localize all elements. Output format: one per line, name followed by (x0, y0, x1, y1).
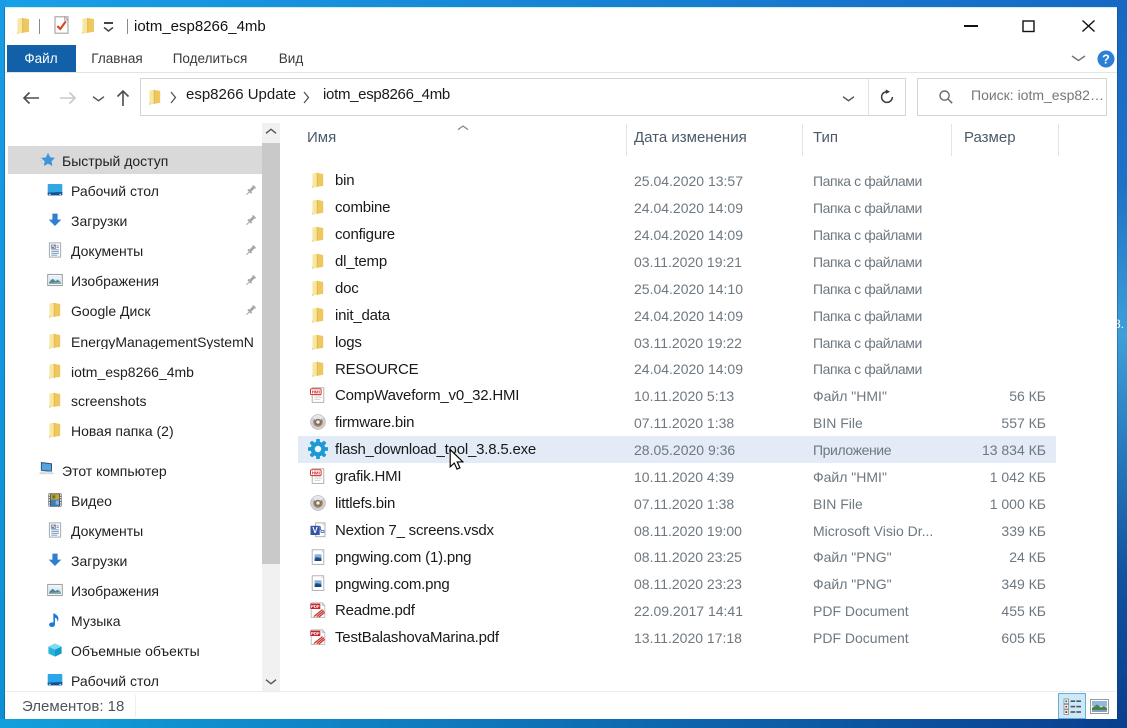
svg-text:V: V (312, 526, 318, 535)
svg-text:?: ? (1102, 52, 1110, 66)
svg-text:PDF: PDF (311, 631, 320, 636)
svg-text:PDF: PDF (311, 604, 320, 609)
svg-text:HMI: HMI (312, 470, 320, 475)
svg-text:HMI: HMI (312, 389, 320, 394)
